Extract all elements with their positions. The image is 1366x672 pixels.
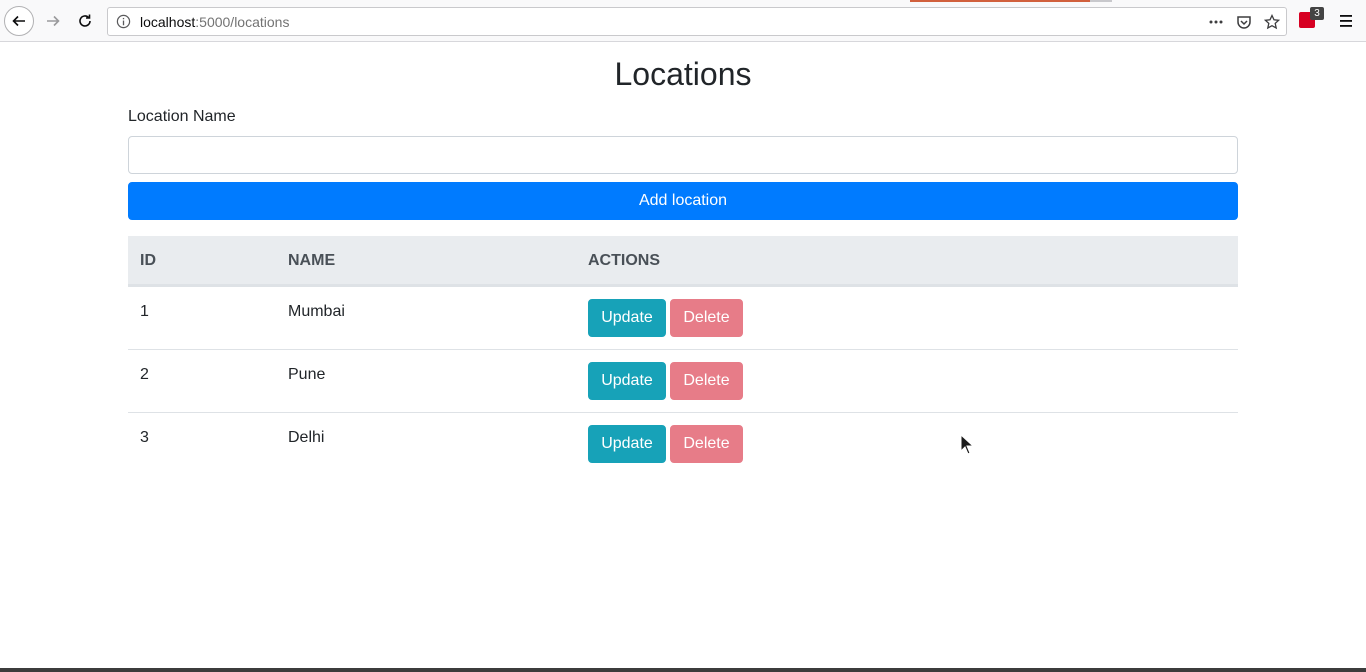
update-button[interactable]: Update	[588, 425, 666, 463]
table-header: ID NAME ACTIONS	[128, 236, 1238, 286]
tab-indicator-secondary	[1090, 0, 1112, 2]
info-icon[interactable]	[116, 14, 131, 29]
table-row: 1 Mumbai Update Delete	[128, 286, 1238, 349]
add-location-button[interactable]: Add location	[128, 182, 1238, 220]
forward-button[interactable]	[38, 6, 68, 36]
location-name-label: Location Name	[128, 108, 236, 125]
arrow-left-icon	[12, 15, 25, 27]
window-bottom-edge	[0, 668, 1366, 672]
bookmark-star-icon[interactable]	[1264, 14, 1280, 30]
address-bar[interactable]: localhost:5000/locations	[107, 7, 1287, 36]
delete-button[interactable]: Delete	[670, 362, 743, 400]
back-button[interactable]	[4, 6, 34, 36]
table-row: 3 Delhi Update Delete	[128, 412, 1238, 475]
locations-table: ID NAME ACTIONS 1 Mumbai Update Delete 2…	[128, 236, 1238, 475]
mouse-cursor-icon	[960, 434, 974, 455]
page-title: Locations	[614, 56, 752, 92]
delete-button[interactable]: Delete	[670, 299, 743, 337]
url-host: localhost	[140, 14, 196, 30]
location-name-input[interactable]	[128, 136, 1238, 174]
cell-name: Delhi	[288, 429, 325, 446]
delete-button[interactable]: Delete	[670, 425, 743, 463]
pocket-icon[interactable]	[1236, 14, 1252, 30]
cell-id: 1	[140, 303, 149, 320]
url-text[interactable]: localhost:5000/locations	[140, 14, 289, 30]
update-button[interactable]: Update	[588, 362, 666, 400]
extension-badge: 3	[1310, 7, 1324, 20]
table-row: 2 Pune Update Delete	[128, 349, 1238, 412]
tab-indicator	[910, 0, 1090, 2]
cell-id: 3	[140, 429, 149, 446]
cell-name: Mumbai	[288, 303, 345, 320]
column-header-name: NAME	[288, 252, 336, 269]
column-header-actions: ACTIONS	[588, 252, 660, 269]
url-path: :5000/locations	[195, 14, 290, 30]
more-actions-icon[interactable]	[1208, 14, 1224, 30]
hamburger-menu-icon[interactable]	[1336, 12, 1356, 30]
browser-toolbar: localhost:5000/locations 3	[0, 0, 1366, 42]
reload-button[interactable]	[70, 6, 100, 36]
column-header-id: ID	[140, 252, 156, 269]
arrow-right-icon	[47, 15, 60, 27]
reload-icon	[79, 14, 91, 27]
cell-id: 2	[140, 366, 149, 383]
cell-name: Pune	[288, 366, 326, 383]
update-button[interactable]: Update	[588, 299, 666, 337]
